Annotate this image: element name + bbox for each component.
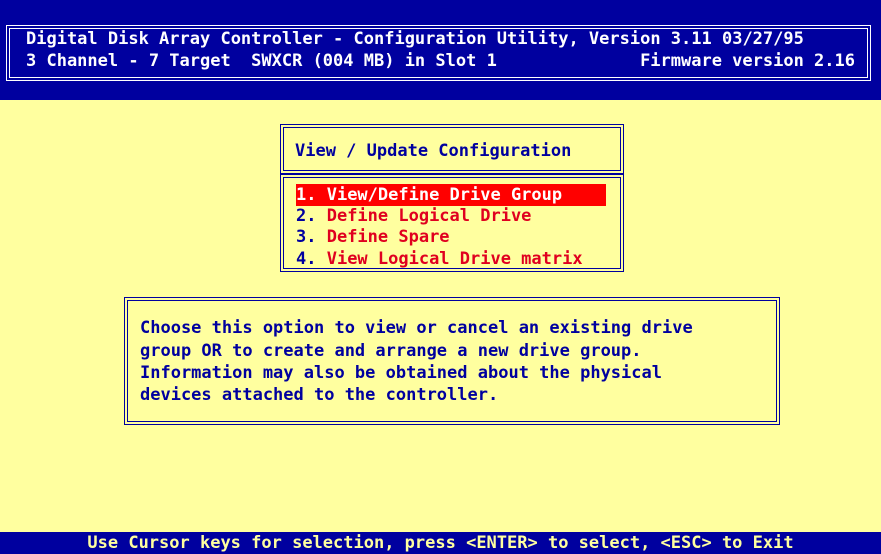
menu-item-label: View/Define Drive Group (316, 185, 563, 205)
utility-title: Digital Disk Array Controller - Configur… (26, 29, 804, 49)
menu-item-number: 1. (296, 185, 317, 205)
menu-item-view-logical-drive-matrix[interactable]: 4. View Logical Drive matrix (296, 248, 583, 270)
config-utility-screen: Digital Disk Array Controller - Configur… (0, 0, 881, 554)
menu-item-view-define-drive-group[interactable]: 1. View/Define Drive Group (296, 184, 606, 206)
status-bar: Use Cursor keys for selection, press <EN… (0, 532, 881, 554)
menu-item-number: 3. (296, 227, 317, 247)
menu-item-label: Define Spare (316, 227, 450, 247)
help-text-line: Information may also be obtained about t… (140, 363, 662, 383)
menu-item-label: View Logical Drive matrix (316, 249, 583, 269)
menu-title: View / Update Configuration (295, 141, 572, 161)
menu-item-define-spare[interactable]: 3. Define Spare (296, 226, 450, 248)
firmware-version: Firmware version 2.16 (640, 51, 855, 71)
help-text-line: devices attached to the controller. (140, 385, 499, 405)
menu-item-number: 4. (296, 249, 317, 269)
help-text-line: group OR to create and arrange a new dri… (140, 341, 642, 361)
controller-info: 3 Channel - 7 Target SWXCR (004 MB) in S… (26, 51, 497, 71)
header-bar: Digital Disk Array Controller - Configur… (0, 0, 881, 100)
help-text-line: Choose this option to view or cancel an … (140, 318, 693, 338)
menu-item-define-logical-drive[interactable]: 2. Define Logical Drive (296, 205, 531, 227)
menu-item-number: 2. (296, 206, 317, 226)
menu-item-label: Define Logical Drive (316, 206, 532, 226)
